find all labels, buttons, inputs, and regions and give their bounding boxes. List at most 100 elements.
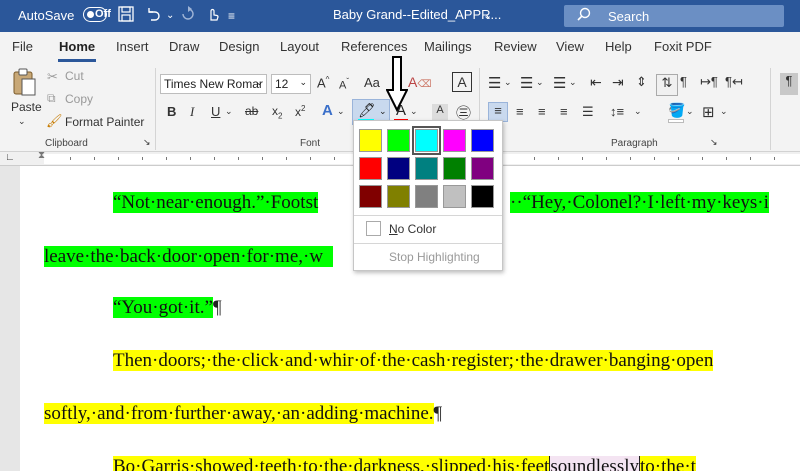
- character-border-icon[interactable]: A: [452, 72, 472, 92]
- no-color-option[interactable]: No Color: [389, 222, 436, 236]
- swatch-bright-green[interactable]: [387, 129, 410, 152]
- swatch-yellow[interactable]: [359, 129, 382, 152]
- tab-references[interactable]: References: [341, 39, 407, 54]
- decrease-indent-icon[interactable]: ⇤: [590, 74, 602, 91]
- touch-mode-icon[interactable]: [205, 6, 221, 27]
- title-dropdown-icon[interactable]: ⌄: [483, 9, 492, 22]
- copy-label[interactable]: Copy: [65, 92, 93, 106]
- paragraph-line[interactable]: ··“Hey,·Colonel?·I·left·my·keys·i: [510, 192, 769, 214]
- tab-home[interactable]: Home: [59, 39, 95, 54]
- subscript-icon[interactable]: x2: [272, 104, 282, 120]
- cut-icon[interactable]: ✂: [47, 69, 58, 85]
- cut-label[interactable]: Cut: [65, 69, 84, 83]
- swatch-gray-50[interactable]: [415, 185, 438, 208]
- multilevel-dropdown-icon[interactable]: ⌄: [569, 77, 577, 88]
- swatch-dark-yellow[interactable]: [387, 185, 410, 208]
- underline-dropdown-icon[interactable]: ⌄: [225, 106, 233, 117]
- superscript-icon[interactable]: x2: [295, 104, 305, 119]
- paste-icon[interactable]: [10, 68, 38, 101]
- paragraph-line[interactable]: softly,·and·from·further·away,·an·adding…: [44, 403, 442, 425]
- numbering-dropdown-icon[interactable]: ⌄: [536, 77, 544, 88]
- tab-insert[interactable]: Insert: [116, 39, 149, 54]
- tab-view[interactable]: View: [556, 39, 584, 54]
- paragraph-line[interactable]: Then·doors;·the·click·and·whir·of·the·ca…: [113, 350, 714, 372]
- underline-icon[interactable]: U: [211, 104, 220, 119]
- show-formatting-icon[interactable]: ¶: [680, 74, 687, 89]
- paragraph-launcher-icon[interactable]: ↘: [710, 137, 718, 148]
- paste-label[interactable]: Paste: [11, 100, 42, 114]
- stop-highlighting-option[interactable]: Stop Highlighting: [389, 250, 480, 264]
- tab-selector-icon[interactable]: ∟: [5, 152, 15, 163]
- customize-qat-icon[interactable]: ≡: [228, 9, 235, 23]
- paragraph-line[interactable]: “Not·near·enough.”·Footst: [113, 192, 319, 214]
- rtl-icon[interactable]: ¶↤: [725, 74, 743, 90]
- indent-marker-icon[interactable]: ⧗: [38, 150, 45, 161]
- borders-icon[interactable]: ⊞: [702, 103, 715, 121]
- format-painter-label[interactable]: Format Painter: [65, 115, 144, 129]
- bold-icon[interactable]: B: [167, 104, 176, 119]
- swatch-green[interactable]: [443, 157, 466, 180]
- undo-dropdown-icon[interactable]: ⌄: [166, 10, 174, 21]
- paste-dropdown-icon[interactable]: ⌄: [18, 116, 26, 127]
- swatch-pink[interactable]: [443, 129, 466, 152]
- text-effects-icon[interactable]: A: [322, 102, 333, 119]
- redo-icon[interactable]: [180, 6, 196, 27]
- shrink-font-icon[interactable]: Aˇ: [339, 77, 349, 92]
- search-box[interactable]: Search: [564, 5, 784, 27]
- line-spacing-icon[interactable]: ↕≡: [610, 104, 624, 119]
- italic-icon[interactable]: I: [190, 104, 194, 120]
- numbering-icon[interactable]: ☰: [520, 74, 533, 92]
- copy-icon[interactable]: ⧉: [47, 91, 56, 106]
- swatch-turquoise[interactable]: [412, 126, 441, 155]
- swatch-teal[interactable]: [415, 157, 438, 180]
- tab-layout[interactable]: Layout: [280, 39, 319, 54]
- shading-icon[interactable]: 🪣: [668, 102, 685, 119]
- text-effects-dropdown-icon[interactable]: ⌄: [337, 106, 345, 117]
- paragraph-line[interactable]: Bo·Garris·showed·teeth·to·the·darkness,·…: [113, 456, 696, 471]
- tab-draw[interactable]: Draw: [169, 39, 199, 54]
- pilcrow-toggle-icon[interactable]: ¶: [780, 73, 798, 95]
- justify-icon[interactable]: ≡: [560, 104, 568, 119]
- swatch-violet[interactable]: [471, 157, 494, 180]
- swatch-black[interactable]: [471, 185, 494, 208]
- swatch-dark-red[interactable]: [359, 185, 382, 208]
- clear-formatting-icon[interactable]: A⌫: [408, 74, 431, 90]
- paragraph-line[interactable]: “You·got·it.”¶: [113, 297, 222, 319]
- swatch-red[interactable]: [359, 157, 382, 180]
- tab-file[interactable]: File: [12, 39, 33, 54]
- paragraph-line[interactable]: leave·the·back·door·open·for·me,·w: [44, 246, 334, 268]
- font-color-dropdown-icon[interactable]: ⌄: [410, 106, 418, 117]
- clipboard-launcher-icon[interactable]: ↘: [143, 137, 151, 148]
- shading-dropdown-icon[interactable]: ⌄: [686, 106, 694, 117]
- swatch-blue[interactable]: [471, 129, 494, 152]
- align-right-icon[interactable]: ≡: [538, 104, 546, 119]
- font-name-combo[interactable]: Times New Romar ⌄: [160, 74, 267, 94]
- save-icon[interactable]: [118, 6, 134, 27]
- grow-font-icon[interactable]: A^: [317, 75, 329, 90]
- align-left-icon[interactable]: ≡: [488, 102, 508, 122]
- strikethrough-icon[interactable]: ab: [245, 104, 258, 118]
- bullets-dropdown-icon[interactable]: ⌄: [504, 77, 512, 88]
- chinese-layout-icon[interactable]: ⇕: [636, 74, 647, 90]
- format-painter-icon[interactable]: 🖌: [46, 113, 63, 129]
- borders-dropdown-icon[interactable]: ⌄: [720, 106, 728, 117]
- distributed-icon[interactable]: ☰: [582, 104, 594, 120]
- undo-icon[interactable]: [145, 6, 161, 27]
- sort-icon[interactable]: ⇅: [656, 74, 678, 96]
- tab-foxit-pdf[interactable]: Foxit PDF: [654, 39, 712, 54]
- bullets-icon[interactable]: ☰: [488, 74, 501, 92]
- tab-mailings[interactable]: Mailings: [424, 39, 472, 54]
- tab-design[interactable]: Design: [219, 39, 259, 54]
- swatch-gray-25[interactable]: [443, 185, 466, 208]
- tab-help[interactable]: Help: [605, 39, 632, 54]
- change-case-icon[interactable]: Aa: [364, 75, 380, 90]
- tab-review[interactable]: Review: [494, 39, 537, 54]
- increase-indent-icon[interactable]: ⇥: [612, 74, 624, 91]
- font-size-combo[interactable]: 12 ⌄: [271, 74, 311, 94]
- ltr-icon[interactable]: ↦¶: [700, 74, 718, 90]
- align-center-icon[interactable]: ≡: [516, 104, 524, 119]
- swatch-dark-blue[interactable]: [387, 157, 410, 180]
- line-spacing-dropdown-icon[interactable]: ⌄: [634, 106, 642, 117]
- multilevel-list-icon[interactable]: ☰: [553, 74, 566, 92]
- character-shading-icon[interactable]: A: [432, 104, 448, 120]
